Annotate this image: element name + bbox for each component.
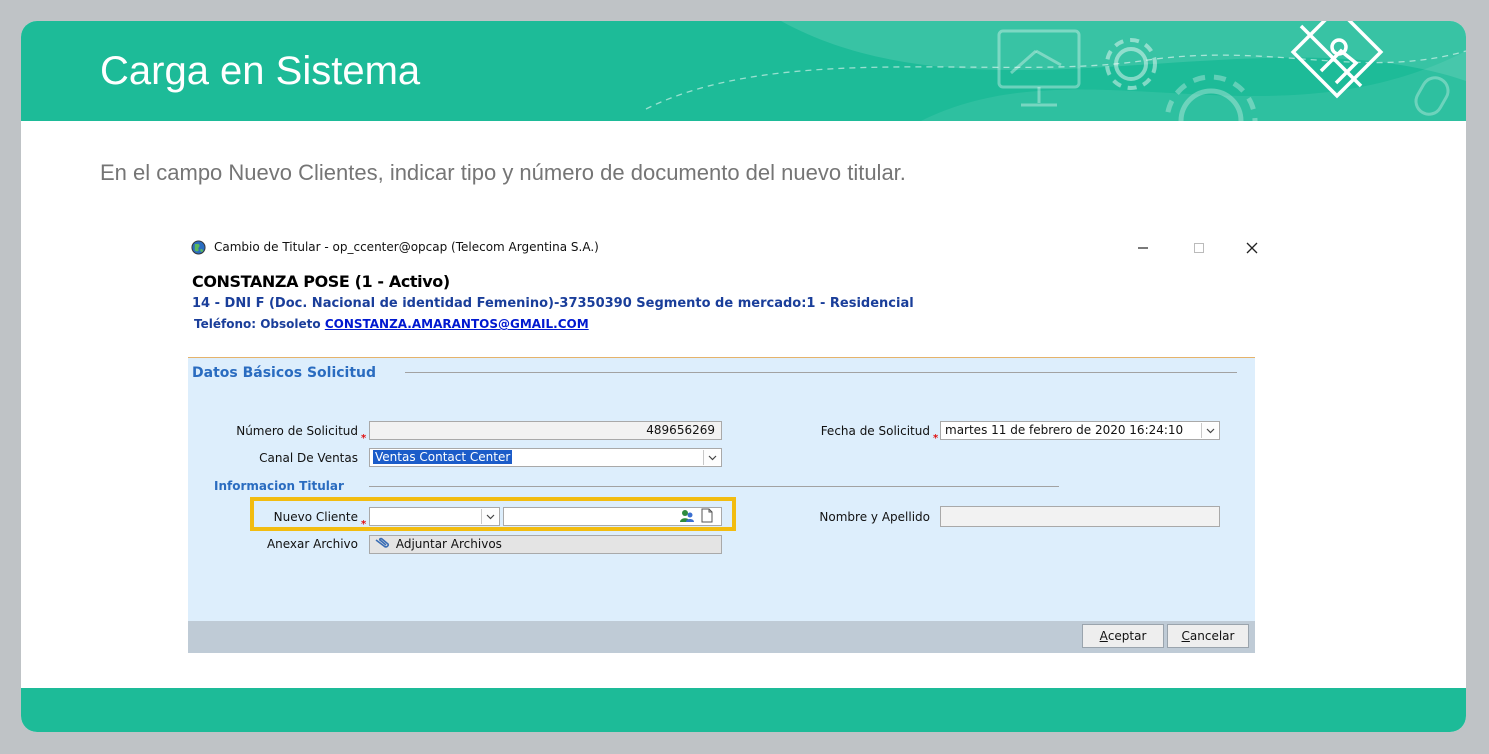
- email-link[interactable]: CONSTANZA.AMARANTOS@GMAIL.COM: [325, 317, 589, 331]
- nombre-apellido-field[interactable]: [940, 506, 1220, 527]
- phone-label: Teléfono: Obsoleto: [194, 317, 321, 331]
- customer-document: 14 - DNI F (Doc. Nacional de identidad F…: [192, 296, 914, 311]
- anexar-archivo-label: Anexar Archivo: [266, 537, 358, 551]
- title-banner: Carga en Sistema: [21, 21, 1466, 121]
- dropdown-button[interactable]: [703, 450, 720, 465]
- customer-name: CONSTANZA POSE (1 - Activo): [192, 272, 450, 291]
- aceptar-label: ceptar: [1107, 629, 1147, 643]
- canal-ventas-select[interactable]: Ventas Contact Center: [369, 448, 722, 467]
- canal-ventas-value: Ventas Contact Center: [373, 450, 513, 464]
- close-button[interactable]: [1237, 237, 1267, 259]
- minimize-button[interactable]: [1128, 237, 1158, 259]
- fecha-solicitud-select[interactable]: martes 11 de febrero de 2020 16:24:10: [940, 421, 1220, 440]
- window-title: Cambio de Titular - op_ccenter@opcap (Te…: [214, 240, 599, 254]
- aceptar-accesskey: A: [1099, 629, 1108, 643]
- minimize-icon: [1138, 247, 1148, 249]
- informacion-titular-divider: [369, 486, 1059, 487]
- maximize-button[interactable]: [1184, 237, 1214, 259]
- close-icon: [1246, 242, 1258, 254]
- customer-contact: Teléfono: Obsoleto CONSTANZA.AMARANTOS@G…: [194, 317, 589, 331]
- aceptar-button[interactable]: Aceptar: [1082, 624, 1164, 648]
- datos-basicos-panel: Datos Básicos Solicitud Número de Solici…: [188, 357, 1255, 622]
- chevron-down-icon: [1206, 428, 1214, 433]
- section-divider: [405, 372, 1237, 373]
- nuevo-cliente-highlight: [250, 497, 736, 531]
- nombre-apellido-label: Nombre y Apellido: [819, 510, 930, 524]
- fecha-solicitud-value: martes 11 de febrero de 2020 16:24:10: [945, 423, 1184, 437]
- cancelar-button[interactable]: Cancelar: [1167, 624, 1249, 648]
- adjuntar-archivos-label: Adjuntar Archivos: [395, 537, 502, 551]
- slide-title: Carga en Sistema: [100, 49, 421, 93]
- required-marker: *: [361, 433, 367, 444]
- numero-solicitud-field[interactable]: 489656269: [369, 421, 722, 440]
- dropdown-button[interactable]: [1201, 423, 1218, 438]
- slide: Carga en Sistema En el campo Nuevo Clien…: [21, 21, 1466, 732]
- informacion-titular-title: Informacion Titular: [214, 479, 344, 493]
- window-titlebar[interactable]: Cambio de Titular - op_ccenter@opcap (Te…: [187, 231, 1258, 263]
- section-title: Datos Básicos Solicitud: [192, 365, 377, 381]
- instruction-text: En el campo Nuevo Clientes, indicar tipo…: [100, 160, 906, 185]
- numero-solicitud-label: Número de Solicitud: [236, 424, 358, 438]
- cambio-titular-window: Cambio de Titular - op_ccenter@opcap (Te…: [187, 231, 1258, 653]
- footer-bar: [21, 688, 1466, 732]
- chevron-down-icon: [708, 455, 716, 460]
- cancelar-accesskey: C: [1181, 629, 1190, 643]
- dialog-footer: Aceptar Cancelar: [188, 621, 1255, 653]
- fecha-solicitud-label: Fecha de Solicitud: [820, 424, 930, 438]
- maximize-icon: [1194, 243, 1204, 253]
- required-marker: *: [933, 433, 939, 444]
- adjuntar-archivos-button[interactable]: Adjuntar Archivos: [369, 535, 722, 554]
- cancelar-label: ancelar: [1189, 629, 1235, 643]
- canal-ventas-label: Canal De Ventas: [259, 451, 358, 465]
- paperclip-icon: [375, 537, 389, 548]
- globe-icon: [191, 240, 206, 255]
